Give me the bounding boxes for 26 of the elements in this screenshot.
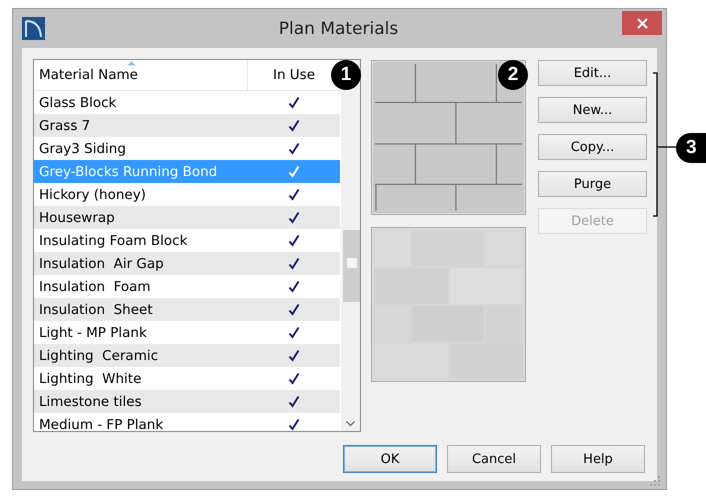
dialog-button[interactable]: OK xyxy=(343,445,437,473)
material-name[interactable]: Light - MP Plank xyxy=(34,324,248,340)
window-title: Plan Materials xyxy=(278,18,400,38)
material-name[interactable]: Insulating Foam Block xyxy=(34,232,248,248)
column-header[interactable]: In Use xyxy=(255,60,333,90)
sort-arrow-icon xyxy=(126,60,136,66)
action-button[interactable]: Edit... xyxy=(538,60,647,86)
scrollbar[interactable] xyxy=(341,60,360,431)
dialog-button[interactable]: Cancel xyxy=(447,445,541,473)
app-logo-icon xyxy=(22,17,45,40)
material-name[interactable]: Insulation Foam xyxy=(34,278,248,294)
callout-number: 3 xyxy=(676,133,706,163)
action-button[interactable]: Purge xyxy=(538,171,647,197)
close-button[interactable] xyxy=(622,11,662,35)
material-name[interactable]: Medium - FP Plank xyxy=(34,416,248,431)
material-name[interactable]: Hickory (honey) xyxy=(34,186,248,202)
material-name[interactable]: Glass Block xyxy=(34,94,248,110)
material-name[interactable]: Gray3 Siding xyxy=(34,140,248,156)
action-button[interactable]: Copy... xyxy=(538,134,647,160)
resize-grip-icon[interactable] xyxy=(650,476,660,486)
action-button[interactable]: New... xyxy=(538,97,647,123)
dialog-button[interactable]: Help xyxy=(551,445,645,473)
close-icon xyxy=(636,18,648,28)
scroll-thumb[interactable] xyxy=(343,230,360,302)
material-name[interactable]: Lighting White xyxy=(34,370,248,386)
column-header[interactable]: Material Name xyxy=(34,60,248,90)
